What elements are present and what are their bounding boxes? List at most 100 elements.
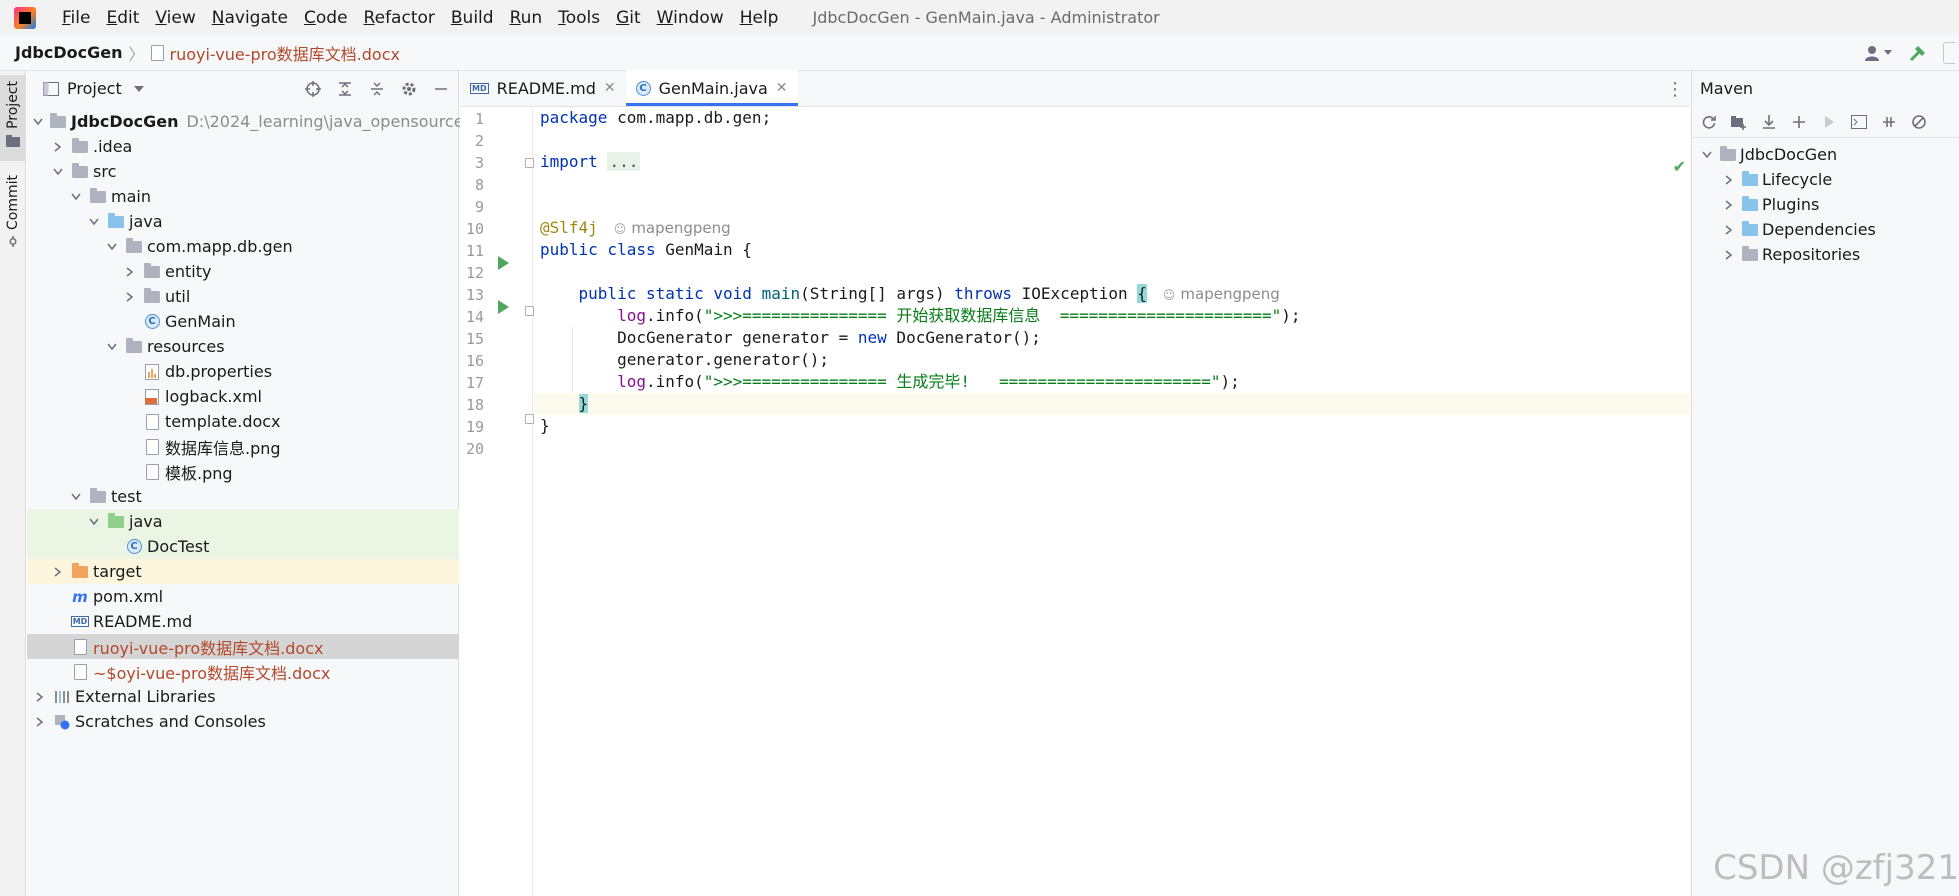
tree-row-scratches[interactable]: Scratches and Consoles: [27, 709, 459, 734]
tree-row-db-info-png[interactable]: 数据库信息.png: [27, 434, 459, 459]
tree-row-logback[interactable]: logback.xml: [27, 384, 459, 409]
execute-goal-icon[interactable]: [1850, 113, 1868, 131]
gear-icon[interactable]: [400, 80, 418, 98]
breadcrumb-file[interactable]: ruoyi-vue-pro数据库文档.docx: [150, 41, 400, 65]
editor-tabs: MD README.md ✕ C GenMain.java ✕ ⋮: [460, 70, 1690, 107]
tree-row-test-java[interactable]: java: [27, 509, 459, 534]
tab-genmain[interactable]: C GenMain.java ✕: [625, 70, 798, 106]
tab-readme[interactable]: MD README.md ✕: [460, 70, 626, 106]
chevron-right-icon[interactable]: [1722, 223, 1736, 237]
project-tool-tab[interactable]: Project: [0, 75, 26, 161]
maven-row-lifecycle[interactable]: Lifecycle: [1692, 167, 1959, 192]
chevron-down-icon[interactable]: [133, 85, 144, 92]
menu-code[interactable]: Code: [296, 8, 356, 28]
build-hammer-icon[interactable]: [1907, 42, 1929, 64]
chevron-down-icon[interactable]: [51, 165, 65, 179]
navigation-bar: JdbcDocGen 〉 ruoyi-vue-pro数据库文档.docx: [0, 35, 1959, 71]
menu-window[interactable]: Window: [649, 8, 732, 28]
tree-row-template-png[interactable]: 模板.png: [27, 459, 459, 484]
image-file-icon: [143, 438, 161, 455]
chevron-down-icon[interactable]: [105, 240, 119, 254]
maven-row-project[interactable]: JdbcDocGen: [1692, 142, 1959, 167]
chevron-down-icon[interactable]: [87, 215, 101, 229]
menu-navigate[interactable]: Navigate: [204, 8, 296, 28]
minimize-icon[interactable]: [432, 80, 450, 98]
chevron-right-icon[interactable]: [51, 565, 65, 579]
locate-target-icon[interactable]: [304, 80, 322, 98]
tree-row-util[interactable]: util: [27, 284, 459, 309]
tree-row-temp-docx[interactable]: ~$oyi-vue-pro数据库文档.docx: [27, 659, 459, 684]
chevron-right-icon[interactable]: [33, 715, 47, 729]
plus-icon[interactable]: [1790, 113, 1808, 131]
tree-row-src[interactable]: src: [27, 159, 459, 184]
library-icon: [53, 689, 71, 705]
chevron-down-icon[interactable]: [87, 515, 101, 529]
run-icon[interactable]: [1820, 113, 1838, 131]
chevron-right-icon[interactable]: [51, 140, 65, 154]
tree-row-package[interactable]: com.mapp.db.gen: [27, 234, 459, 259]
add-folder-icon[interactable]: [1730, 113, 1748, 131]
download-icon[interactable]: [1760, 113, 1778, 131]
tree-row-readme[interactable]: MD README.md: [27, 609, 459, 634]
collapse-all-icon[interactable]: [368, 80, 386, 98]
close-icon[interactable]: ✕: [604, 80, 616, 96]
breadcrumb-project[interactable]: JdbcDocGen: [15, 43, 122, 62]
chevron-right-icon[interactable]: [123, 290, 137, 304]
tree-row-genmain[interactable]: C GenMain: [27, 309, 459, 334]
chevron-down-icon[interactable]: [105, 340, 119, 354]
fold-marker-icon[interactable]: [525, 414, 534, 424]
run-config-selector[interactable]: [1943, 42, 1955, 64]
menu-help[interactable]: Help: [732, 8, 787, 28]
menu-file[interactable]: File: [54, 8, 98, 28]
chevron-right-icon[interactable]: [1722, 173, 1736, 187]
tree-row-template[interactable]: template.docx: [27, 409, 459, 434]
tree-row-pom[interactable]: m pom.xml: [27, 584, 459, 609]
tree-row-doctest[interactable]: C DocTest: [27, 534, 459, 559]
menu-run[interactable]: Run: [502, 8, 551, 28]
tree-row-external-libraries[interactable]: External Libraries: [27, 684, 459, 709]
code-line: package com.mapp.db.gen;: [540, 108, 772, 127]
tree-row-main[interactable]: main: [27, 184, 459, 209]
chevron-right-icon[interactable]: [123, 265, 137, 279]
close-icon[interactable]: ✕: [776, 80, 788, 96]
menu-build[interactable]: Build: [443, 8, 502, 28]
tree-row-main-java[interactable]: java: [27, 209, 459, 234]
skip-tests-icon[interactable]: [1910, 113, 1928, 131]
more-vertical-icon[interactable]: ⋮: [1666, 71, 1684, 107]
commit-tool-tab[interactable]: Commit: [0, 167, 26, 247]
tree-row-test[interactable]: test: [27, 484, 459, 509]
menu-view[interactable]: View: [147, 8, 203, 28]
menu-refactor[interactable]: Refactor: [356, 8, 443, 28]
fold-marker-icon[interactable]: [525, 158, 534, 168]
toggle-offline-icon[interactable]: [1880, 113, 1898, 131]
run-main-icon[interactable]: [498, 300, 509, 314]
code-area[interactable]: ✔ package com.mapp.db.gen; import ... @S…: [534, 107, 1690, 896]
tree-row-ruoyi-docx[interactable]: ruoyi-vue-pro数据库文档.docx: [27, 634, 459, 659]
menu-edit[interactable]: Edit: [98, 8, 147, 28]
chevron-down-icon[interactable]: [33, 115, 43, 129]
tree-row-entity[interactable]: entity: [27, 259, 459, 284]
chevron-down-icon[interactable]: [69, 490, 83, 504]
tree-row-project-root[interactable]: JdbcDocGen D:\2024_learning\java_opensou…: [27, 109, 491, 134]
expand-all-icon[interactable]: [336, 80, 354, 98]
tree-row-idea[interactable]: .idea: [27, 134, 459, 159]
user-account-icon[interactable]: [1863, 43, 1893, 63]
tree-row-resources[interactable]: resources: [27, 334, 459, 359]
chevron-right-icon[interactable]: [33, 690, 47, 704]
fold-marker-icon[interactable]: [525, 306, 534, 316]
tree-row-target[interactable]: target: [27, 559, 459, 584]
line-number: 12: [465, 264, 484, 282]
maven-row-repositories[interactable]: Repositories: [1692, 242, 1959, 267]
run-class-icon[interactable]: [498, 256, 509, 270]
maven-row-dependencies[interactable]: Dependencies: [1692, 217, 1959, 242]
chevron-down-icon[interactable]: [1700, 148, 1714, 162]
tree-row-db-properties[interactable]: db.properties: [27, 359, 459, 384]
chevron-right-icon[interactable]: [1722, 248, 1736, 262]
reload-icon[interactable]: [1700, 113, 1718, 131]
menu-git[interactable]: Git: [608, 8, 649, 28]
maven-row-plugins[interactable]: Plugins: [1692, 192, 1959, 217]
project-panel-title[interactable]: Project: [67, 79, 122, 98]
chevron-right-icon[interactable]: [1722, 198, 1736, 212]
menu-tools[interactable]: Tools: [550, 8, 608, 28]
chevron-down-icon[interactable]: [69, 190, 83, 204]
